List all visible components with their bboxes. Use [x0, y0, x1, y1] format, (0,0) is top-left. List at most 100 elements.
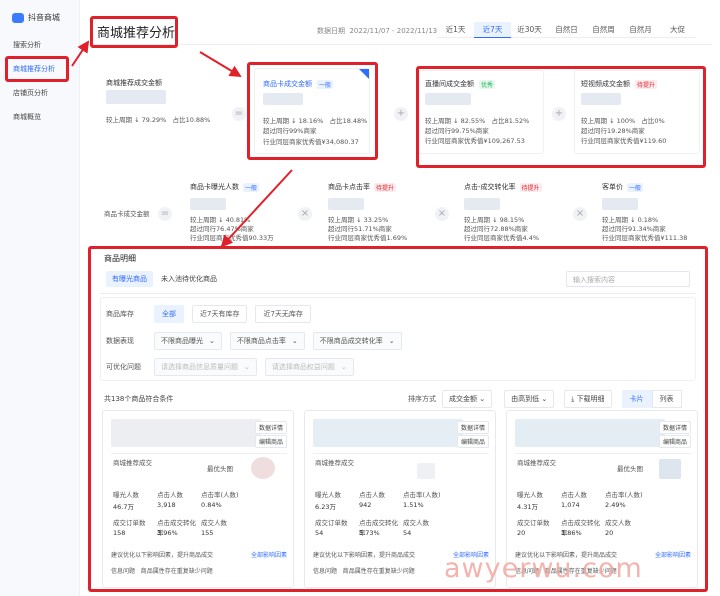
blurred-value — [464, 198, 500, 210]
tab-unpooled-products[interactable]: 未入池待优化商品 — [155, 271, 223, 287]
metric-exposure-title: 商品卡曝光人数 — [190, 183, 239, 191]
tab-natural-month[interactable]: 自然月 — [622, 22, 659, 38]
metric-conversion-peer: 超过同行72.88%商家 — [464, 225, 528, 233]
sales-title: 商城推荐成交 — [517, 459, 556, 467]
sidebar-item-shop-page[interactable]: 店铺页分析 — [13, 88, 48, 98]
metric-aov-title: 客单价 — [602, 183, 623, 191]
metric-ctr[interactable]: 商品卡点击率 待提升 较上周期 ↓ 33.25% 超过同行51.71%商家 行业同… — [328, 182, 426, 243]
exposure-label: 曝光人数 — [113, 491, 139, 499]
tab-1day[interactable]: 近1天 — [437, 22, 474, 38]
issue-desc: 商品属性存在重复缺少问题 — [342, 568, 415, 575]
multiply-icon: × — [435, 207, 449, 221]
chevron-down-icon: ⌄ — [388, 337, 395, 345]
plus-icon: + — [394, 107, 408, 121]
download-icon: ⤓ — [571, 395, 575, 403]
issue-type: 信息问题 — [111, 568, 136, 575]
data-detail-button[interactable]: 数据详情 — [658, 421, 691, 434]
metric-conversion-title: 点击-成交转化率 — [464, 183, 516, 191]
metric-aov-peer: 超过同行91.34%商家 — [602, 225, 666, 233]
detail-divider — [100, 293, 696, 294]
view-card-button[interactable]: 卡片 — [621, 390, 652, 408]
annotation-box-title — [90, 16, 178, 48]
orders-value: 20 — [517, 529, 526, 537]
sales-title: 商城推荐成交 — [315, 459, 354, 467]
sort-field-select[interactable]: 成交金额 ⌄ — [442, 390, 493, 408]
metric-ctr-tag: 待提升 — [374, 182, 397, 192]
exposure-label: 曝光人数 — [517, 491, 543, 499]
annotation-box-channels — [416, 66, 706, 168]
metric-ctr-change: 较上周期 ↓ 33.25% — [328, 216, 389, 224]
tab-big-promo[interactable]: 大促 — [659, 22, 696, 38]
metric-conversion-change: 较上周期 ↓ 98.15% — [464, 216, 525, 224]
main-image-label: 最优头图 — [207, 465, 233, 473]
rights-issue-select[interactable]: 请选择商品权益问题 ⌄ — [264, 358, 354, 376]
chevron-down-icon: ⌄ — [541, 395, 548, 403]
metric-aov[interactable]: 客单价 一般 较上周期 ↓ 0.18% 超过同行91.34%商家 行业同层商家优秀… — [602, 182, 706, 243]
metric-aov-tag: 一般 — [627, 182, 644, 192]
tab-7days[interactable]: 近7天 — [474, 22, 511, 38]
buyers-value: 155 — [201, 529, 214, 537]
edit-product-button[interactable]: 编辑商品 — [254, 435, 287, 448]
filter-stock-label: 商品库存 — [106, 310, 134, 318]
data-detail-button[interactable]: 数据详情 — [456, 421, 489, 434]
sidebar-item-mall-overview[interactable]: 商城概览 — [13, 112, 41, 122]
sidebar: 抖音商城 搜索分析 商城推荐分析 店铺页分析 商城概览 — [0, 0, 80, 596]
view-list-button[interactable]: 列表 — [651, 390, 682, 408]
tab-30days[interactable]: 近30天 — [511, 22, 548, 38]
exposure-value: 4.31万 — [517, 503, 538, 511]
all-factors-link[interactable]: 全部影响因素 — [655, 551, 691, 560]
exposure-select[interactable]: 不限商品曝光 ⌄ — [154, 332, 222, 350]
equals-icon: = — [232, 107, 246, 121]
metric-ctr-peer: 超过同行51.71%商家 — [328, 225, 392, 233]
product-card[interactable]: 数据详情 编辑商品 商城推荐成交 最优头图 曝光人数 点击人数 点击率(人数) 46… — [102, 410, 294, 588]
search-input[interactable]: 输入搜索内容 — [566, 271, 690, 287]
total-gmv-card[interactable]: 商城推荐成交金额 较上周期 ↓ 79.29% 占比10.88% — [98, 70, 226, 154]
metric-conversion-tag: 待提升 — [519, 182, 542, 192]
sort-order-select[interactable]: 由高到低 ⌄ — [504, 390, 555, 408]
tab-natural-week[interactable]: 自然周 — [585, 22, 622, 38]
conversion-value: 1.86% — [561, 529, 582, 537]
orders-value: 54 — [315, 529, 324, 537]
edit-product-button[interactable]: 编辑商品 — [658, 435, 691, 448]
product-thumbnail — [313, 419, 463, 447]
exposure-value: 46.7万 — [113, 503, 134, 511]
exposure-value: 6.23万 — [315, 503, 336, 511]
watermark: awyerwu.com — [444, 553, 643, 584]
detail-title: 商品明细 — [104, 254, 136, 263]
stock-in-7d-chip[interactable]: 近7天有库存 — [192, 305, 248, 323]
product-thumbnail — [111, 419, 261, 447]
sidebar-item-search-analysis[interactable]: 搜索分析 — [13, 40, 41, 50]
all-factors-link[interactable]: 全部影响因素 — [251, 551, 287, 560]
download-button[interactable]: ⤓ 下载明细 — [564, 390, 612, 408]
ctr-label: 点击率(人数) — [201, 491, 239, 499]
ctr-select[interactable]: 不限商品点击率 ⌄ — [229, 332, 305, 350]
date-range: 2022/11/07 - 2022/11/13 — [349, 27, 438, 35]
metric-conversion[interactable]: 点击-成交转化率 待提升 较上周期 ↓ 98.15% 超过同行72.88%商家 行… — [464, 182, 562, 243]
multiply-icon: × — [573, 207, 587, 221]
quality-issue-select[interactable]: 请选择商品信息质量问题 ⌄ — [154, 358, 257, 376]
date-label: 数据日期 2022/11/07 - 2022/11/13 — [317, 27, 438, 35]
chevron-down-icon: ⌄ — [479, 395, 486, 403]
card-divider — [515, 453, 691, 454]
metric-ctr-title: 商品卡点击率 — [328, 183, 370, 191]
detail-tabs: 有曝光商品 未入池待优化商品 — [106, 271, 223, 287]
sales-title: 商城推荐成交 — [113, 459, 152, 467]
card-divider — [313, 453, 489, 454]
clicks-label: 点击人数 — [157, 491, 183, 499]
metric-aov-benchmark: 行业同层商家优秀值¥111.38 — [602, 234, 688, 242]
product-thumbnail — [515, 419, 665, 447]
conversion-value: 5.73% — [359, 529, 380, 537]
data-detail-button[interactable]: 数据详情 — [254, 421, 287, 434]
stock-none-7d-chip[interactable]: 近7天无库存 — [255, 305, 311, 323]
stock-all-chip[interactable]: 全部 — [154, 305, 184, 323]
edit-product-button[interactable]: 编辑商品 — [456, 435, 489, 448]
conversion-select[interactable]: 不限商品成交转化率 ⌄ — [312, 332, 402, 350]
tab-natural-day[interactable]: 自然日 — [548, 22, 585, 38]
blurred-value — [328, 198, 364, 210]
metric-conversion-benchmark: 行业同层商家优秀值4.4% — [464, 234, 540, 242]
date-tabs: 近1天 近7天 近30天 自然日 自然周 自然月 大促 — [437, 22, 696, 38]
tab-exposed-products[interactable]: 有曝光商品 — [106, 271, 153, 287]
filter-stock: 商品库存 全部 近7天有库存 近7天无库存 — [106, 305, 311, 323]
issue-desc: 商品属性存在重复缺少问题 — [140, 568, 213, 575]
metric-exposure[interactable]: 商品卡曝光人数 一般 较上周期 ↓ 40.81% 超过同行76.47%商家 行业同… — [190, 182, 288, 243]
